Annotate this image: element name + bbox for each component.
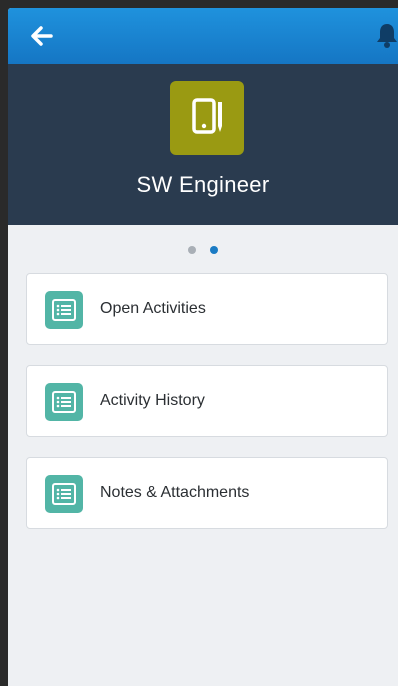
related-list-activity-history[interactable]: Activity History — [26, 365, 388, 437]
arrow-left-icon — [31, 26, 53, 46]
record-header: SW Engineer — [8, 64, 398, 225]
related-list-label: Open Activities — [100, 300, 206, 317]
related-list-label: Activity History — [100, 392, 205, 409]
page-dot-2-active[interactable] — [210, 246, 218, 254]
list-icon — [45, 475, 83, 513]
bell-icon — [377, 24, 397, 48]
notifications-button[interactable] — [376, 22, 398, 50]
back-button[interactable] — [28, 22, 56, 50]
record-type-icon-tile — [170, 81, 244, 155]
top-navigation-bar — [8, 8, 398, 64]
related-list-open-activities[interactable]: Open Activities — [26, 273, 388, 345]
record-title: SW Engineer — [136, 172, 270, 197]
related-list-label: Notes & Attachments — [100, 484, 250, 501]
related-list-notes-attachments[interactable]: Notes & Attachments — [26, 457, 388, 529]
list-icon — [45, 291, 83, 329]
app-frame: SW Engineer Open Activities Activity His… — [8, 8, 398, 686]
list-icon — [45, 383, 83, 421]
page-dot-1[interactable] — [188, 246, 196, 254]
page-indicator — [8, 246, 398, 258]
mobile-device-pen-icon — [192, 98, 222, 134]
